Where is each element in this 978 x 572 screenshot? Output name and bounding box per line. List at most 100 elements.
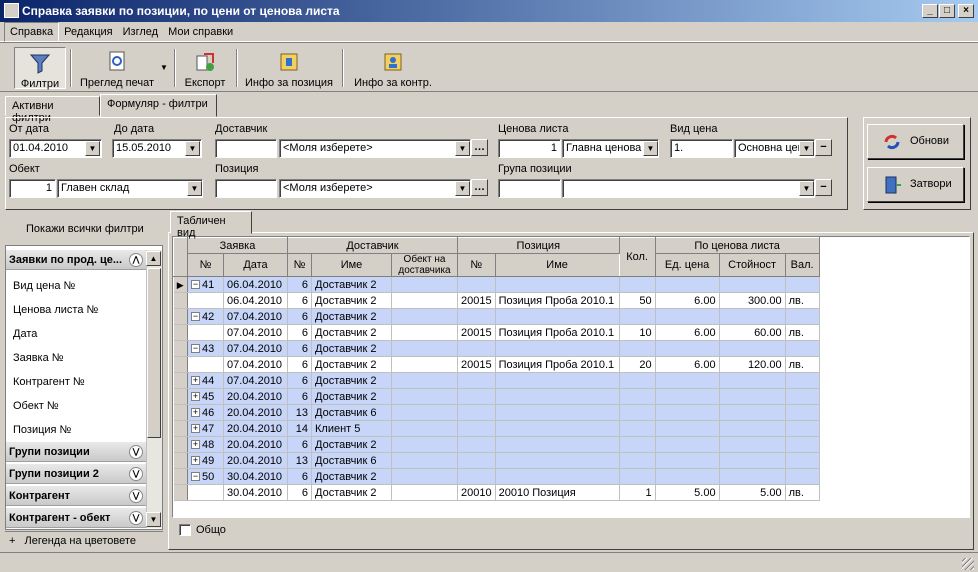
- col-order-date[interactable]: Дата: [223, 253, 288, 277]
- price-list-code-input[interactable]: 1: [498, 139, 561, 158]
- table-row[interactable]: 06.04.2010 6 Доставчик 2 20015 Позиция Проба…: [173, 292, 820, 309]
- item-group-clear-button[interactable]: −: [815, 179, 832, 196]
- item-group-code-input[interactable]: [498, 179, 561, 198]
- col-supplier-object[interactable]: Обект на доставчика: [391, 253, 458, 277]
- table-row[interactable]: −43 07.04.2010 6 Доставчик 2: [173, 340, 820, 357]
- filters-button[interactable]: Филтри: [14, 47, 66, 90]
- print-preview-dropdown-icon[interactable]: ▼: [160, 63, 168, 72]
- tab-table-view[interactable]: Табличен вид: [170, 211, 252, 239]
- scroll-up-icon[interactable]: ▲: [146, 251, 161, 266]
- chevron-down-icon[interactable]: ⋁: [129, 467, 143, 481]
- scroll-down-icon[interactable]: ▼: [146, 512, 161, 527]
- col-supplier-header[interactable]: Доставчик: [287, 237, 458, 254]
- expand-icon[interactable]: +: [191, 408, 200, 418]
- price-type-clear-button[interactable]: −: [815, 139, 832, 156]
- object-code-input[interactable]: 1: [9, 179, 56, 198]
- tab-form-filters[interactable]: Формуляр - филтри: [100, 94, 217, 117]
- data-grid[interactable]: Заявка Доставчик Позиция Кол. По ценова …: [172, 236, 970, 518]
- col-order-no[interactable]: №: [187, 253, 224, 277]
- price-type-dropdown-icon[interactable]: ▼: [799, 141, 814, 156]
- expand-icon[interactable]: +: [191, 456, 200, 466]
- menu-my-reports[interactable]: Мои справки: [163, 23, 238, 41]
- collapse-icon[interactable]: −: [191, 280, 200, 290]
- object-select[interactable]: Главен склад: [57, 179, 203, 198]
- table-row[interactable]: 30.04.2010 6 Доставчик 2 20010 20010 Позиция…: [173, 484, 820, 501]
- col-item-no[interactable]: №: [457, 253, 496, 277]
- supplier-browse-button[interactable]: …: [471, 139, 488, 156]
- chevron-down-icon[interactable]: ⋁: [129, 445, 143, 459]
- show-all-filters-button[interactable]: Покажи всички филтри: [26, 223, 144, 235]
- export-button[interactable]: Експорт: [180, 47, 230, 89]
- col-item-name[interactable]: Име: [494, 253, 620, 277]
- filter-item[interactable]: Заявка №: [13, 352, 64, 364]
- table-row[interactable]: +49 20.04.2010 13 Доставчик 6: [173, 452, 820, 469]
- item-group-dropdown-icon[interactable]: ▼: [799, 181, 814, 196]
- filter-section-contractor[interactable]: Контрагент ⋁: [6, 486, 146, 506]
- price-list-dropdown-icon[interactable]: ▼: [643, 141, 658, 156]
- filter-section-orders[interactable]: Заявки по прод. це... ⋀: [6, 250, 146, 270]
- resize-grip[interactable]: [962, 558, 974, 570]
- object-dropdown-icon[interactable]: ▼: [187, 181, 202, 196]
- legend-toggle[interactable]: + Легенда на цветовете: [5, 531, 163, 549]
- col-unit-price[interactable]: Ед. цена: [654, 253, 720, 277]
- table-row[interactable]: +46 20.04.2010 13 Доставчик 6: [173, 404, 820, 421]
- print-preview-button[interactable]: Преглед печат: [74, 47, 160, 89]
- item-group-select[interactable]: [562, 179, 815, 198]
- item-browse-button[interactable]: …: [471, 179, 488, 196]
- filter-list-scroll-thumb[interactable]: [147, 268, 161, 438]
- price-type-code-input[interactable]: 1.: [670, 139, 733, 158]
- table-row[interactable]: +44 07.04.2010 6 Доставчик 2: [173, 372, 820, 389]
- total-checkbox[interactable]: [179, 524, 191, 536]
- table-row[interactable]: +48 20.04.2010 6 Доставчик 2: [173, 436, 820, 453]
- filter-item[interactable]: Контрагент №: [13, 376, 85, 388]
- filter-section-item-groups[interactable]: Групи позиции ⋁: [6, 442, 146, 462]
- item-dropdown-icon[interactable]: ▼: [455, 181, 470, 196]
- close-button[interactable]: Затвори: [867, 167, 964, 202]
- maximize-button[interactable]: □: [939, 4, 955, 18]
- col-pricelist-header[interactable]: По ценова листа: [654, 237, 820, 254]
- table-row[interactable]: +45 20.04.2010 6 Доставчик 2: [173, 388, 820, 405]
- col-qty-header[interactable]: Кол.: [618, 237, 656, 277]
- minimize-button[interactable]: _: [922, 4, 938, 18]
- table-row[interactable]: −50 30.04.2010 6 Доставчик 2: [173, 468, 820, 485]
- col-total[interactable]: Стойност: [718, 253, 786, 277]
- table-row[interactable]: ▶ −41 06.04.2010 6 Доставчик 2: [173, 276, 820, 293]
- expand-icon[interactable]: +: [191, 424, 200, 434]
- col-supplier-no[interactable]: №: [287, 253, 312, 277]
- item-info-button[interactable]: Инфо за позиция: [242, 47, 336, 89]
- item-code-input[interactable]: [215, 179, 277, 198]
- expand-icon[interactable]: +: [191, 376, 200, 386]
- collapse-icon[interactable]: −: [191, 344, 200, 354]
- table-row[interactable]: −42 07.04.2010 6 Доставчик 2: [173, 308, 820, 325]
- table-row[interactable]: 07.04.2010 6 Доставчик 2 20015 Позиция Проба…: [173, 356, 820, 373]
- supplier-dropdown-icon[interactable]: ▼: [455, 141, 470, 156]
- menu-report[interactable]: Справка: [4, 22, 60, 42]
- menu-edit[interactable]: Редакция: [59, 23, 117, 41]
- contractor-info-button[interactable]: Инфо за контр.: [350, 47, 436, 89]
- menu-view[interactable]: Изглед: [118, 23, 163, 41]
- filter-item[interactable]: Обект №: [13, 400, 59, 412]
- chevron-down-icon[interactable]: ⋁: [129, 511, 143, 525]
- collapse-icon[interactable]: −: [191, 472, 200, 482]
- supplier-select[interactable]: <Моля изберете>: [279, 139, 471, 158]
- filter-item[interactable]: Позиция №: [13, 424, 71, 436]
- filter-item[interactable]: Дата: [13, 328, 37, 340]
- refresh-button[interactable]: Обнови: [867, 124, 964, 159]
- to-date-dropdown-icon[interactable]: ▼: [185, 141, 200, 156]
- col-order-header[interactable]: Заявка: [187, 237, 288, 254]
- expand-icon[interactable]: +: [191, 440, 200, 450]
- from-date-dropdown-icon[interactable]: ▼: [85, 141, 100, 156]
- chevron-down-icon[interactable]: ⋁: [129, 489, 143, 503]
- chevron-up-icon[interactable]: ⋀: [129, 253, 143, 267]
- col-item-header[interactable]: Позиция: [457, 237, 620, 254]
- filter-section-item-groups-2[interactable]: Групи позиции 2 ⋁: [6, 464, 146, 484]
- expand-icon[interactable]: +: [191, 392, 200, 402]
- filter-section-contractor-object[interactable]: Контрагент - обект ⋁: [6, 508, 146, 528]
- table-row[interactable]: 07.04.2010 6 Доставчик 2 20015 Позиция Проба…: [173, 324, 820, 341]
- filter-item[interactable]: Вид цена №: [13, 280, 75, 292]
- col-supplier-name[interactable]: Име: [311, 253, 392, 277]
- tab-active-filters[interactable]: Активни филтри: [5, 96, 100, 124]
- close-window-button[interactable]: ×: [958, 4, 974, 18]
- item-select[interactable]: <Моля изберете>: [279, 179, 471, 198]
- collapse-icon[interactable]: −: [191, 312, 200, 322]
